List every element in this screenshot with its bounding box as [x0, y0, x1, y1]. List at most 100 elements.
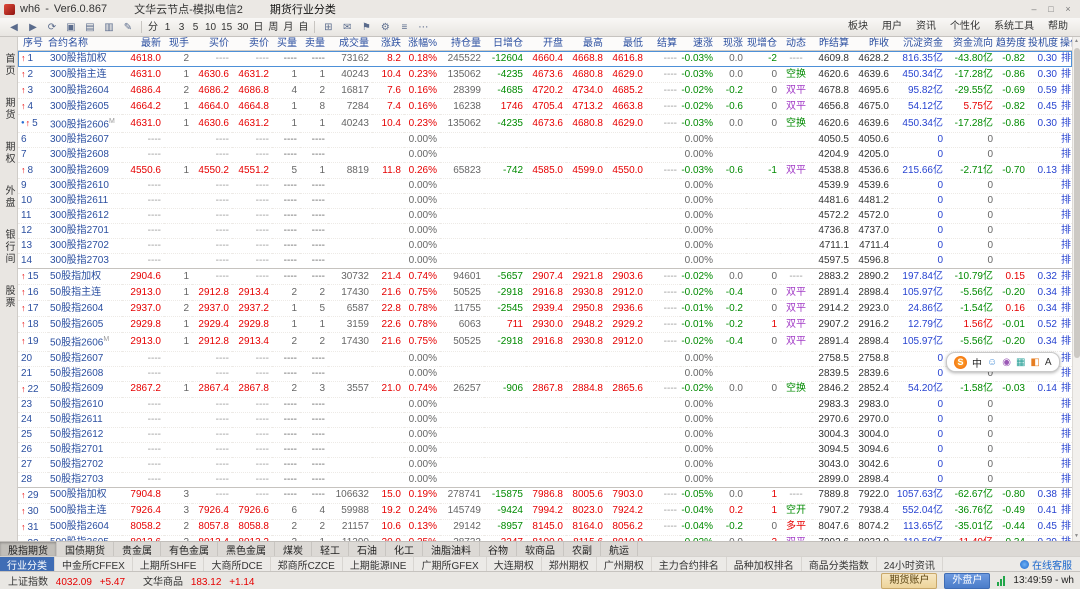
cell-op[interactable]: 排 — [1060, 519, 1072, 536]
column-header-5[interactable]: 卖价 — [232, 37, 272, 51]
table-row[interactable]: 20 50股指2607 ---- ---- ---- ---- ---- 0.00% 0.00%… — [18, 351, 1072, 367]
table-row[interactable]: ↑ 8 300股指2609 4550.6 1 4550.2 4551.2 5 1 8819 11.8… — [18, 162, 1072, 180]
cell-op[interactable]: 排 — [1060, 114, 1072, 134]
table-row[interactable]: 14 300股指2703 ---- ---- ---- ---- ---- 0.00% 0.00… — [18, 253, 1072, 270]
period-button-1[interactable]: 1 — [161, 20, 174, 35]
table-row[interactable]: ↑ 29 500股指加权 7904.8 3 ---- ---- ---- ---- 106632 1… — [18, 487, 1072, 504]
close-button[interactable]: × — [1061, 2, 1075, 16]
sidebar-item-foreign[interactable]: 外盘 — [1, 185, 16, 209]
cell-op[interactable]: 排 — [1060, 366, 1072, 382]
exchange-tab-main-contract-rank[interactable]: 主力合约排名 — [652, 557, 727, 572]
cell-op[interactable]: 排 — [1060, 316, 1072, 334]
column-header-17[interactable]: 速涨 — [680, 37, 716, 51]
exchange-tab-dalian-options[interactable]: 大连期权 — [487, 557, 542, 572]
back-icon[interactable]: ◀ — [5, 20, 23, 35]
table-row[interactable]: 25 50股指2612 ---- ---- ---- ---- ---- 0.00% 0.00%… — [18, 427, 1072, 443]
column-header-24[interactable]: 资金流向 — [946, 37, 996, 51]
column-header-6[interactable]: 买量 — [272, 37, 300, 51]
column-header-26[interactable]: 投机度 — [1028, 37, 1060, 51]
table-row[interactable]: ↑ 19 50股指2606M 2913.0 1 2912.8 2913.4 2 2 17430 21… — [18, 332, 1072, 352]
column-header-14[interactable]: 最高 — [566, 37, 606, 51]
exchange-tab-ine[interactable]: 上期能源INE — [343, 557, 415, 572]
scroll-down-icon[interactable]: ▼ — [1073, 532, 1080, 541]
menu-help[interactable]: 帮助 — [1041, 18, 1075, 36]
cell-op[interactable]: 排 — [1060, 223, 1072, 240]
more-icon[interactable]: ⋯ — [414, 20, 432, 35]
column-header-12[interactable]: 日增仓 — [484, 37, 526, 51]
column-header-16[interactable]: 结算 — [646, 37, 680, 51]
cell-op[interactable]: 排 — [1060, 147, 1072, 164]
cell-op[interactable]: 排 — [1060, 98, 1072, 115]
table-row[interactable]: 23 50股指2610 ---- ---- ---- ---- ---- 0.00% 0.00%… — [18, 397, 1072, 413]
settings-icon[interactable]: ⚙ — [376, 20, 394, 35]
refresh-icon[interactable]: ⟳ — [43, 20, 61, 35]
online-service-link[interactable]: 在线客服 — [1020, 557, 1080, 572]
category-tab-treasury[interactable]: 国债期货 — [57, 542, 114, 557]
cell-op[interactable]: 排 — [1060, 238, 1072, 255]
cell-op[interactable]: 排 — [1060, 66, 1072, 83]
exchange-tab-guangzhou-options[interactable]: 广州期权 — [597, 557, 652, 572]
period-button-月[interactable]: 月 — [281, 20, 295, 35]
category-tab-soft-commodities[interactable]: 软商品 — [517, 542, 564, 557]
period-button-30[interactable]: 30 — [235, 20, 250, 35]
sidebar-item-interbank[interactable]: 银行间 — [1, 229, 16, 265]
menu-user[interactable]: 用户 — [875, 18, 909, 36]
cell-op[interactable]: 排 — [1060, 300, 1072, 318]
table-row[interactable]: ↑ 30 500股指主连 7926.4 3 7926.4 7926.6 6 4 59988 19.2… — [18, 503, 1072, 520]
cell-op[interactable]: 排 — [1060, 193, 1072, 210]
exchange-tab-commodity-index[interactable]: 商品分类指数 — [802, 557, 877, 572]
cell-op[interactable]: 排 — [1060, 457, 1072, 473]
column-header-1[interactable]: 合约名称 — [48, 37, 122, 51]
category-tab-agri-byproducts[interactable]: 农副 — [564, 542, 601, 557]
column-header-2[interactable]: 最新 — [122, 37, 164, 51]
cell-op[interactable]: 排 — [1060, 178, 1072, 195]
exchange-tab-industry-class[interactable]: 行业分类 — [0, 557, 55, 572]
scroll-up-icon[interactable]: ▲ — [1073, 37, 1080, 46]
exchange-tab-czce[interactable]: 郑商所CZCE — [271, 557, 343, 572]
column-header-19[interactable]: 现增仓 — [746, 37, 780, 51]
period-button-分[interactable]: 分 — [146, 20, 160, 35]
column-header-3[interactable]: 现手 — [164, 37, 192, 51]
multi-screen-icon[interactable]: ⊞ — [319, 20, 337, 35]
font-icon[interactable]: A — [1045, 357, 1052, 368]
period-button-10[interactable]: 10 — [203, 20, 218, 35]
cell-op[interactable]: 排 — [1060, 442, 1072, 458]
table-row[interactable]: ↑ 31 500股指2604 8058.2 2 8057.8 8058.8 2 2 21157 10… — [18, 519, 1072, 536]
table-row[interactable]: ↑ 22 50股指2609 2867.2 1 2867.4 2867.8 2 3 3557 21.0… — [18, 381, 1072, 398]
category-tab-nonferrous[interactable]: 有色金属 — [161, 542, 218, 557]
category-tab-chemicals[interactable]: 化工 — [386, 542, 423, 557]
period-button-5[interactable]: 5 — [189, 20, 202, 35]
cell-op[interactable]: 排 — [1060, 208, 1072, 225]
cell-op[interactable]: 排 — [1060, 381, 1072, 398]
column-header-13[interactable]: 开盘 — [526, 37, 566, 51]
cell-op[interactable]: 排 — [1060, 284, 1072, 302]
column-header-10[interactable]: 涨幅% — [404, 37, 440, 51]
sidebar-item-options[interactable]: 期权 — [1, 141, 16, 165]
quote-board-icon[interactable]: ▣ — [62, 20, 80, 35]
forward-icon[interactable]: ▶ — [24, 20, 42, 35]
category-tab-ferrous[interactable]: 黑色金属 — [218, 542, 275, 557]
cell-op[interactable]: 排 — [1060, 253, 1072, 270]
foreign-account-button[interactable]: 外盘户 — [944, 572, 991, 589]
table-row[interactable]: 10 300股指2611 ---- ---- ---- ---- ---- 0.00% 0.00… — [18, 193, 1072, 210]
period-button-周[interactable]: 周 — [266, 20, 280, 35]
cell-op[interactable]: 排 — [1060, 50, 1072, 67]
sogou-logo-icon[interactable]: S — [954, 355, 967, 369]
column-header-18[interactable]: 现涨 — [716, 37, 746, 51]
table-row[interactable]: 21 50股指2608 ---- ---- ---- ---- ---- 0.00% 0.00%… — [18, 366, 1072, 382]
futures-account-button[interactable]: 期货账户 — [881, 572, 938, 589]
table-row[interactable]: 12 300股指2701 ---- ---- ---- ---- ---- 0.00% 0.00… — [18, 223, 1072, 240]
minimize-button[interactable]: – — [1027, 2, 1041, 16]
period-button-自[interactable]: 自 — [296, 20, 310, 35]
cell-op[interactable]: 排 — [1060, 427, 1072, 443]
column-header-25[interactable]: 趋势度 — [996, 37, 1028, 51]
exchange-tab-gfex[interactable]: 广期所GFEX — [414, 557, 487, 572]
column-header-7[interactable]: 卖量 — [300, 37, 328, 51]
column-header-11[interactable]: 持仓量 — [440, 37, 484, 51]
category-tab-shipping[interactable]: 航运 — [601, 542, 638, 557]
column-header-9[interactable]: 涨跌 — [372, 37, 404, 51]
vertical-scrollbar[interactable]: ▲ ▼ — [1072, 37, 1080, 541]
column-header-22[interactable]: 昨收 — [852, 37, 892, 51]
keyboard-icon[interactable]: ▦ — [1016, 357, 1025, 368]
skin-icon[interactable]: ◧ — [1030, 357, 1039, 368]
